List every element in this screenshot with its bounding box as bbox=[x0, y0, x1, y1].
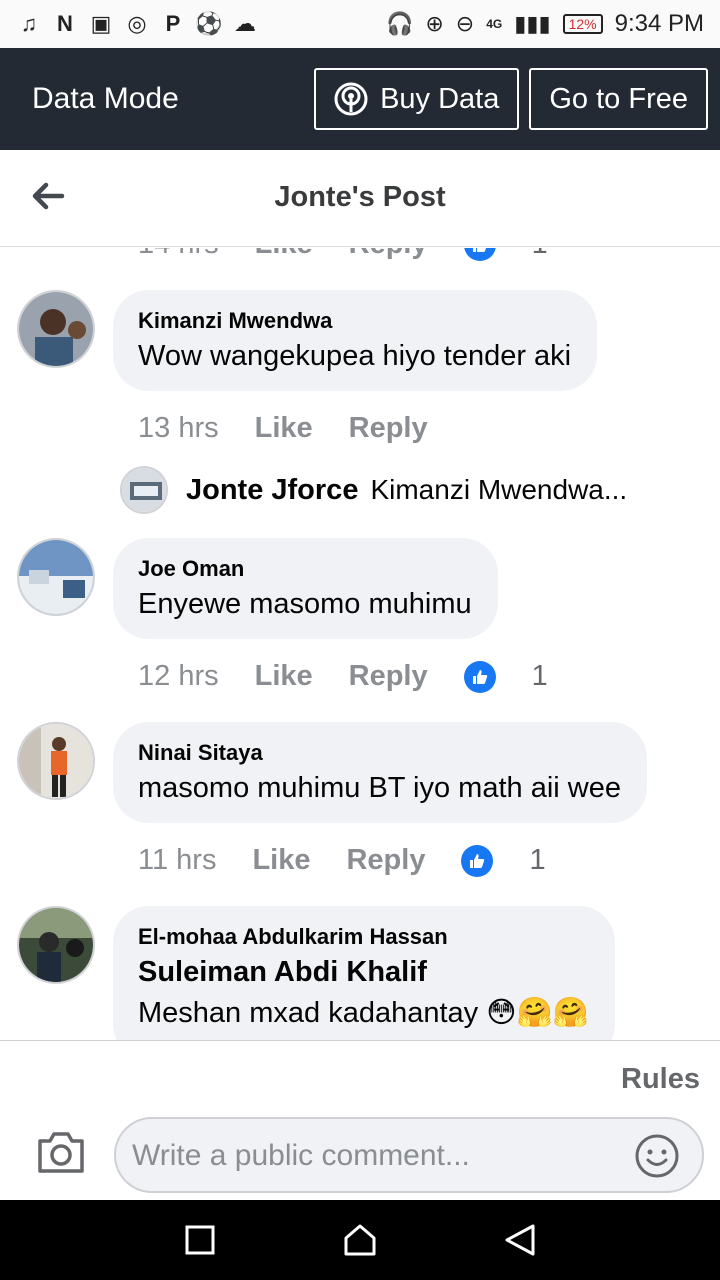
comment-actions-partial: 14 hrs Like Reply 1 bbox=[138, 248, 584, 261]
comment-text: Meshan mxad kadahantay 😳🤗🤗 bbox=[138, 997, 589, 1029]
like-link[interactable]: Like bbox=[255, 660, 313, 693]
comment-time: 14 hrs bbox=[138, 248, 219, 261]
buy-data-button[interactable]: Buy Data bbox=[314, 68, 520, 130]
system-nav-bar bbox=[0, 1200, 720, 1280]
like-count: 1 bbox=[532, 248, 548, 261]
like-link[interactable]: Like bbox=[252, 844, 310, 877]
like-link[interactable]: Like bbox=[255, 248, 313, 261]
comment-text: Enyewe masomo muhimu bbox=[138, 588, 472, 620]
camera-icon[interactable] bbox=[36, 1129, 86, 1175]
reply-author: Jonte Jforce bbox=[186, 473, 359, 506]
go-to-free-button[interactable]: Go to Free bbox=[529, 68, 708, 130]
comment-time: 13 hrs bbox=[138, 412, 219, 444]
comment-time: 11 hrs bbox=[138, 844, 217, 876]
triangle-back-icon bbox=[505, 1224, 535, 1256]
thumbs-up-icon bbox=[463, 248, 496, 261]
comment-author[interactable]: Ninai Sitaya bbox=[138, 740, 621, 766]
plus-circle-icon: ⊕ bbox=[425, 11, 444, 36]
reply-link[interactable]: Reply bbox=[349, 660, 428, 693]
comment-bubble[interactable]: Joe Oman Enyewe masomo muhimu bbox=[113, 538, 498, 639]
broadcast-icon bbox=[334, 82, 368, 116]
comments-list[interactable]: 14 hrs Like Reply 1 Kimanzi Mwendwa Wow … bbox=[0, 248, 720, 1040]
avatar[interactable] bbox=[17, 722, 95, 800]
comment-bubble[interactable]: El-mohaa Abdulkarim Hassan Suleiman Abdi… bbox=[113, 906, 615, 1040]
comment-actions: 12 hrs Like Reply 1 bbox=[138, 660, 584, 693]
buy-data-label: Buy Data bbox=[380, 82, 500, 115]
whatsapp-icon: ◎ bbox=[127, 11, 147, 36]
netflix-icon: N bbox=[57, 11, 73, 36]
reply-link[interactable]: Reply bbox=[349, 248, 428, 261]
signal-icon: ▮▮▮ bbox=[514, 11, 551, 36]
square-icon bbox=[185, 1225, 215, 1255]
comment-author[interactable]: El-mohaa Abdulkarim Hassan bbox=[138, 924, 589, 950]
post-header: Jonte's Post bbox=[0, 150, 720, 247]
notification-icons: ♫ N ▣ ◎ P ⚽ ☁ bbox=[16, 11, 258, 37]
data-mode-title: Data Mode bbox=[32, 82, 179, 115]
comment-bubble[interactable]: Ninai Sitaya masomo muhimu BT iyo math a… bbox=[113, 722, 647, 823]
comment-actions: 11 hrs Like Reply 1 bbox=[138, 844, 582, 877]
reply-link[interactable]: Reply bbox=[346, 844, 425, 877]
thumbs-up-icon bbox=[463, 660, 496, 693]
like-count: 1 bbox=[529, 844, 546, 876]
recents-button[interactable] bbox=[180, 1220, 220, 1260]
battery-indicator: 12% bbox=[562, 14, 603, 34]
comment-placeholder: Write a public comment... bbox=[132, 1139, 470, 1172]
reply-link[interactable]: Reply bbox=[349, 412, 428, 445]
avatar[interactable] bbox=[17, 290, 95, 368]
comment-bubble[interactable]: Kimanzi Mwendwa Wow wangekupea hiyo tend… bbox=[113, 290, 598, 391]
music-note-icon: ♫ bbox=[20, 11, 38, 36]
avatar bbox=[120, 466, 168, 514]
clock: 9:34 PM bbox=[614, 10, 704, 37]
comment-composer: Rules Write a public comment... bbox=[0, 1040, 720, 1200]
comment-text: masomo muhimu BT iyo math aii wee bbox=[138, 772, 621, 804]
status-bar: ♫ N ▣ ◎ P ⚽ ☁ 🎧 ⊕ ⊖ 4G ▮▮▮ 12% 9:34 PM bbox=[0, 0, 720, 48]
avatar[interactable] bbox=[17, 906, 95, 984]
comment-time: 12 hrs bbox=[138, 660, 219, 692]
home-button[interactable] bbox=[340, 1220, 380, 1260]
avatar[interactable] bbox=[17, 538, 95, 616]
image-icon: ▣ bbox=[90, 11, 112, 36]
comment-author[interactable]: Kimanzi Mwendwa bbox=[138, 308, 571, 334]
network-type: 4G bbox=[486, 17, 503, 31]
mentioned-user[interactable]: Suleiman Abdi Khalif bbox=[138, 956, 589, 989]
comment-input[interactable]: Write a public comment... bbox=[114, 1117, 704, 1193]
headphones-icon: 🎧 bbox=[385, 11, 414, 36]
comment-text: Wow wangekupea hiyo tender aki bbox=[138, 340, 572, 372]
soccer-ball-icon: ⚽ bbox=[195, 11, 223, 36]
data-mode-bar: Data Mode Buy Data Go to Free bbox=[0, 48, 720, 150]
home-icon bbox=[344, 1224, 376, 1256]
go-to-free-label: Go to Free bbox=[549, 82, 688, 115]
reply-snippet: Kimanzi Mwendwa... bbox=[370, 474, 628, 505]
comment-actions: 13 hrs Like Reply bbox=[138, 412, 464, 445]
rules-link[interactable]: Rules bbox=[621, 1063, 700, 1096]
like-link[interactable]: Like bbox=[255, 412, 313, 445]
cloud-icon: ☁ bbox=[234, 11, 256, 36]
p-app-icon: P bbox=[165, 11, 181, 36]
reply-preview[interactable]: Jonte Jforce Kimanzi Mwendwa... bbox=[120, 466, 627, 514]
thumbs-up-icon bbox=[461, 844, 494, 877]
post-title: Jonte's Post bbox=[274, 181, 446, 213]
back-button[interactable] bbox=[500, 1220, 540, 1260]
minus-circle-icon: ⊖ bbox=[455, 11, 475, 36]
emoji-icon[interactable] bbox=[634, 1133, 680, 1179]
comment-author[interactable]: Joe Oman bbox=[138, 556, 472, 582]
like-count: 1 bbox=[531, 660, 548, 692]
